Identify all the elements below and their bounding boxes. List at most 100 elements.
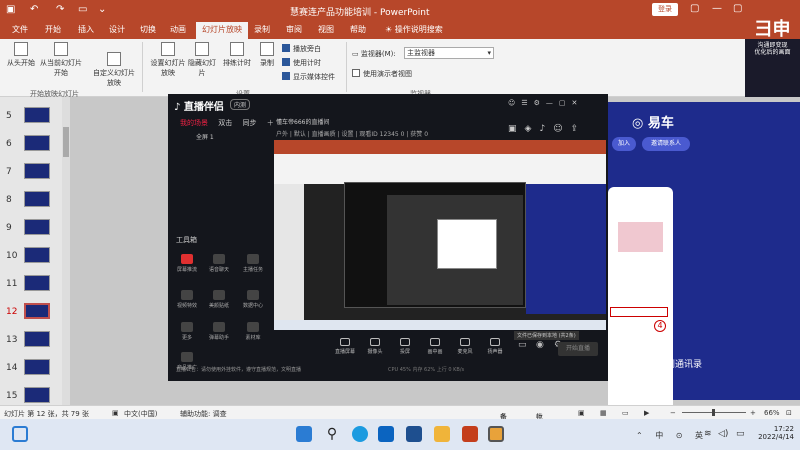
tab-file[interactable]: 文件 [12,24,28,35]
tool-data-center[interactable]: 数据中心 [238,290,268,309]
login-button[interactable]: 登录 [652,3,678,16]
tab-slideshow[interactable]: 幻灯片放映 [196,22,248,39]
slide-thumb-item[interactable]: 5 [0,107,60,127]
slide-thumb-item[interactable]: 6 [0,135,60,155]
btool-speaker[interactable]: 扬声器 [482,338,508,355]
file-explorer-icon[interactable] [434,426,450,442]
desktop-widget-icon[interactable] [12,426,28,442]
clock[interactable]: 17:22 2022/4/14 [754,425,794,441]
zoom-out-icon[interactable]: − [670,409,676,417]
timing-checkbox[interactable]: 使用计时 [282,58,321,68]
slide-thumb-item-current[interactable]: 12 [0,303,60,323]
go-live-button[interactable]: 开始直播 [558,342,598,356]
language-indicator[interactable]: 中文(中国) [124,409,157,419]
fit-slide-icon[interactable]: ⊡ [786,409,792,417]
slide-thumb-item[interactable]: 10 [0,247,60,267]
close-icon[interactable]: ✕ [572,99,584,107]
search-icon[interactable]: ⚲ [324,426,340,442]
tab-home[interactable]: 开始 [45,24,61,35]
zoom-level[interactable]: 66% [764,409,780,417]
windows-start-icon[interactable] [296,426,312,442]
maximize-icon[interactable]: ▢ [733,3,742,14]
user-icon[interactable]: ☺ [553,124,570,134]
menu-icon[interactable]: ☰ [521,99,533,107]
save-icon[interactable]: ▣ [6,4,15,15]
btool-cast[interactable]: 投屏 [392,338,418,355]
custom-show-button[interactable]: 自定义幻灯片放映 [92,52,136,88]
tab-help[interactable]: 帮助 [350,24,366,35]
slide-thumbnail[interactable] [24,191,50,207]
battery-icon[interactable]: ▭ [736,429,745,439]
btool-mic[interactable]: 麦克风 [452,338,478,355]
presenter-view-checkbox[interactable]: 使用演示者视图 [352,69,412,79]
volume-icon[interactable]: ◁) [718,429,728,439]
taskview-icon[interactable] [406,426,422,442]
gift-icon[interactable]: ◈ [525,124,540,134]
tab-record[interactable]: 录制 [254,24,270,35]
slide-thumbnail[interactable] [24,387,50,403]
accessibility-status[interactable]: 辅助功能: 调查 [180,409,227,419]
bell-icon[interactable]: ♪ [539,124,553,134]
slide-thumb-item[interactable]: 13 [0,331,60,351]
hide-slide-button[interactable]: 隐藏幻灯片 [188,42,216,78]
sorter-view-icon[interactable]: ▦ [600,409,607,417]
tool-screen-push[interactable]: 屏幕推流 [172,254,202,273]
presenter-icon[interactable]: ▭ [78,4,87,15]
tool-more[interactable]: 更多 [172,322,202,341]
tool-assets[interactable]: 素材库 [238,322,268,341]
slide-thumb-item[interactable]: 15 [0,387,60,407]
record-dot-icon[interactable]: ◉ [536,340,544,350]
tab-view[interactable]: 视图 [318,24,334,35]
edge-icon[interactable] [352,426,368,442]
spellcheck-icon[interactable]: ▣ [112,409,119,417]
tool-video-fx[interactable]: 视频特效 [172,290,202,309]
slide-thumbnail[interactable] [24,331,50,347]
slide-thumb-item[interactable]: 9 [0,219,60,239]
powerpoint-icon[interactable] [462,426,478,442]
pane-scrollbar[interactable] [62,97,70,405]
share-icon[interactable]: ⇪ [571,124,587,134]
from-start-button[interactable]: 从头开始 [4,42,38,68]
tell-me-search[interactable]: ☀ 操作说明搜索 [385,24,443,35]
gear-icon[interactable]: ⚙ [534,99,546,107]
tab-animations[interactable]: 动画 [170,24,186,35]
slide-thumbnail[interactable] [24,275,50,291]
more-qa-icon[interactable]: ⌄ [98,4,106,15]
media-controls-checkbox[interactable]: 显示媒体控件 [282,72,335,82]
screenshot-icon[interactable]: ▣ [508,124,525,134]
outlook-icon[interactable] [378,426,394,442]
tab-design[interactable]: 设计 [109,24,125,35]
slide-thumbnail[interactable] [24,359,50,375]
reading-view-icon[interactable]: ▭ [622,409,629,417]
user-icon[interactable]: ☺ [508,99,521,107]
wifi-icon[interactable]: ≋ [704,429,712,439]
slide-thumbnail[interactable] [24,219,50,235]
record-button[interactable]: 录制 [256,42,278,68]
redo-icon[interactable]: ↷ [56,4,64,15]
slide-thumb-item[interactable]: 14 [0,359,60,379]
slide-thumbnail[interactable] [24,135,50,151]
narration-checkbox[interactable]: 播放旁白 [282,44,321,54]
from-current-button[interactable]: 从当前幻灯片开始 [38,42,84,78]
minimize-icon[interactable]: — [712,3,722,14]
record-video-icon[interactable]: ▭ [518,340,527,350]
tool-host-task[interactable]: 主播任务 [238,254,268,273]
zoom-slider-knob[interactable] [712,409,715,416]
undo-icon[interactable]: ↶ [30,4,38,15]
scrollbar-thumb[interactable] [63,127,69,157]
system-tray[interactable]: ⌃ 中 ⊙ 英 [636,430,708,441]
stream-preview[interactable] [274,140,606,330]
slide-thumbnail[interactable] [24,107,50,123]
btool-pip[interactable]: 画中画 [422,338,448,355]
slide-thumb-item[interactable]: 11 [0,275,60,295]
ribbon-display-icon[interactable]: ▢ [690,3,699,14]
zoom-in-icon[interactable]: + [750,409,756,417]
slide-thumb-item[interactable]: 7 [0,163,60,183]
slide-canvas[interactable]: ◎ 易车 加入 邀请联系人 4 点击添加到通讯录 [608,102,800,445]
setup-show-button[interactable]: 设置幻灯片放映 [148,42,188,78]
slide-thumbnail[interactable] [24,163,50,179]
tool-danmaku[interactable]: 弹幕助手 [204,322,234,341]
slideshow-view-icon[interactable]: ▶ [644,409,649,417]
tab-sync[interactable]: 同步 [242,119,256,127]
tool-voice-chat[interactable]: 语音聊天 [204,254,234,273]
